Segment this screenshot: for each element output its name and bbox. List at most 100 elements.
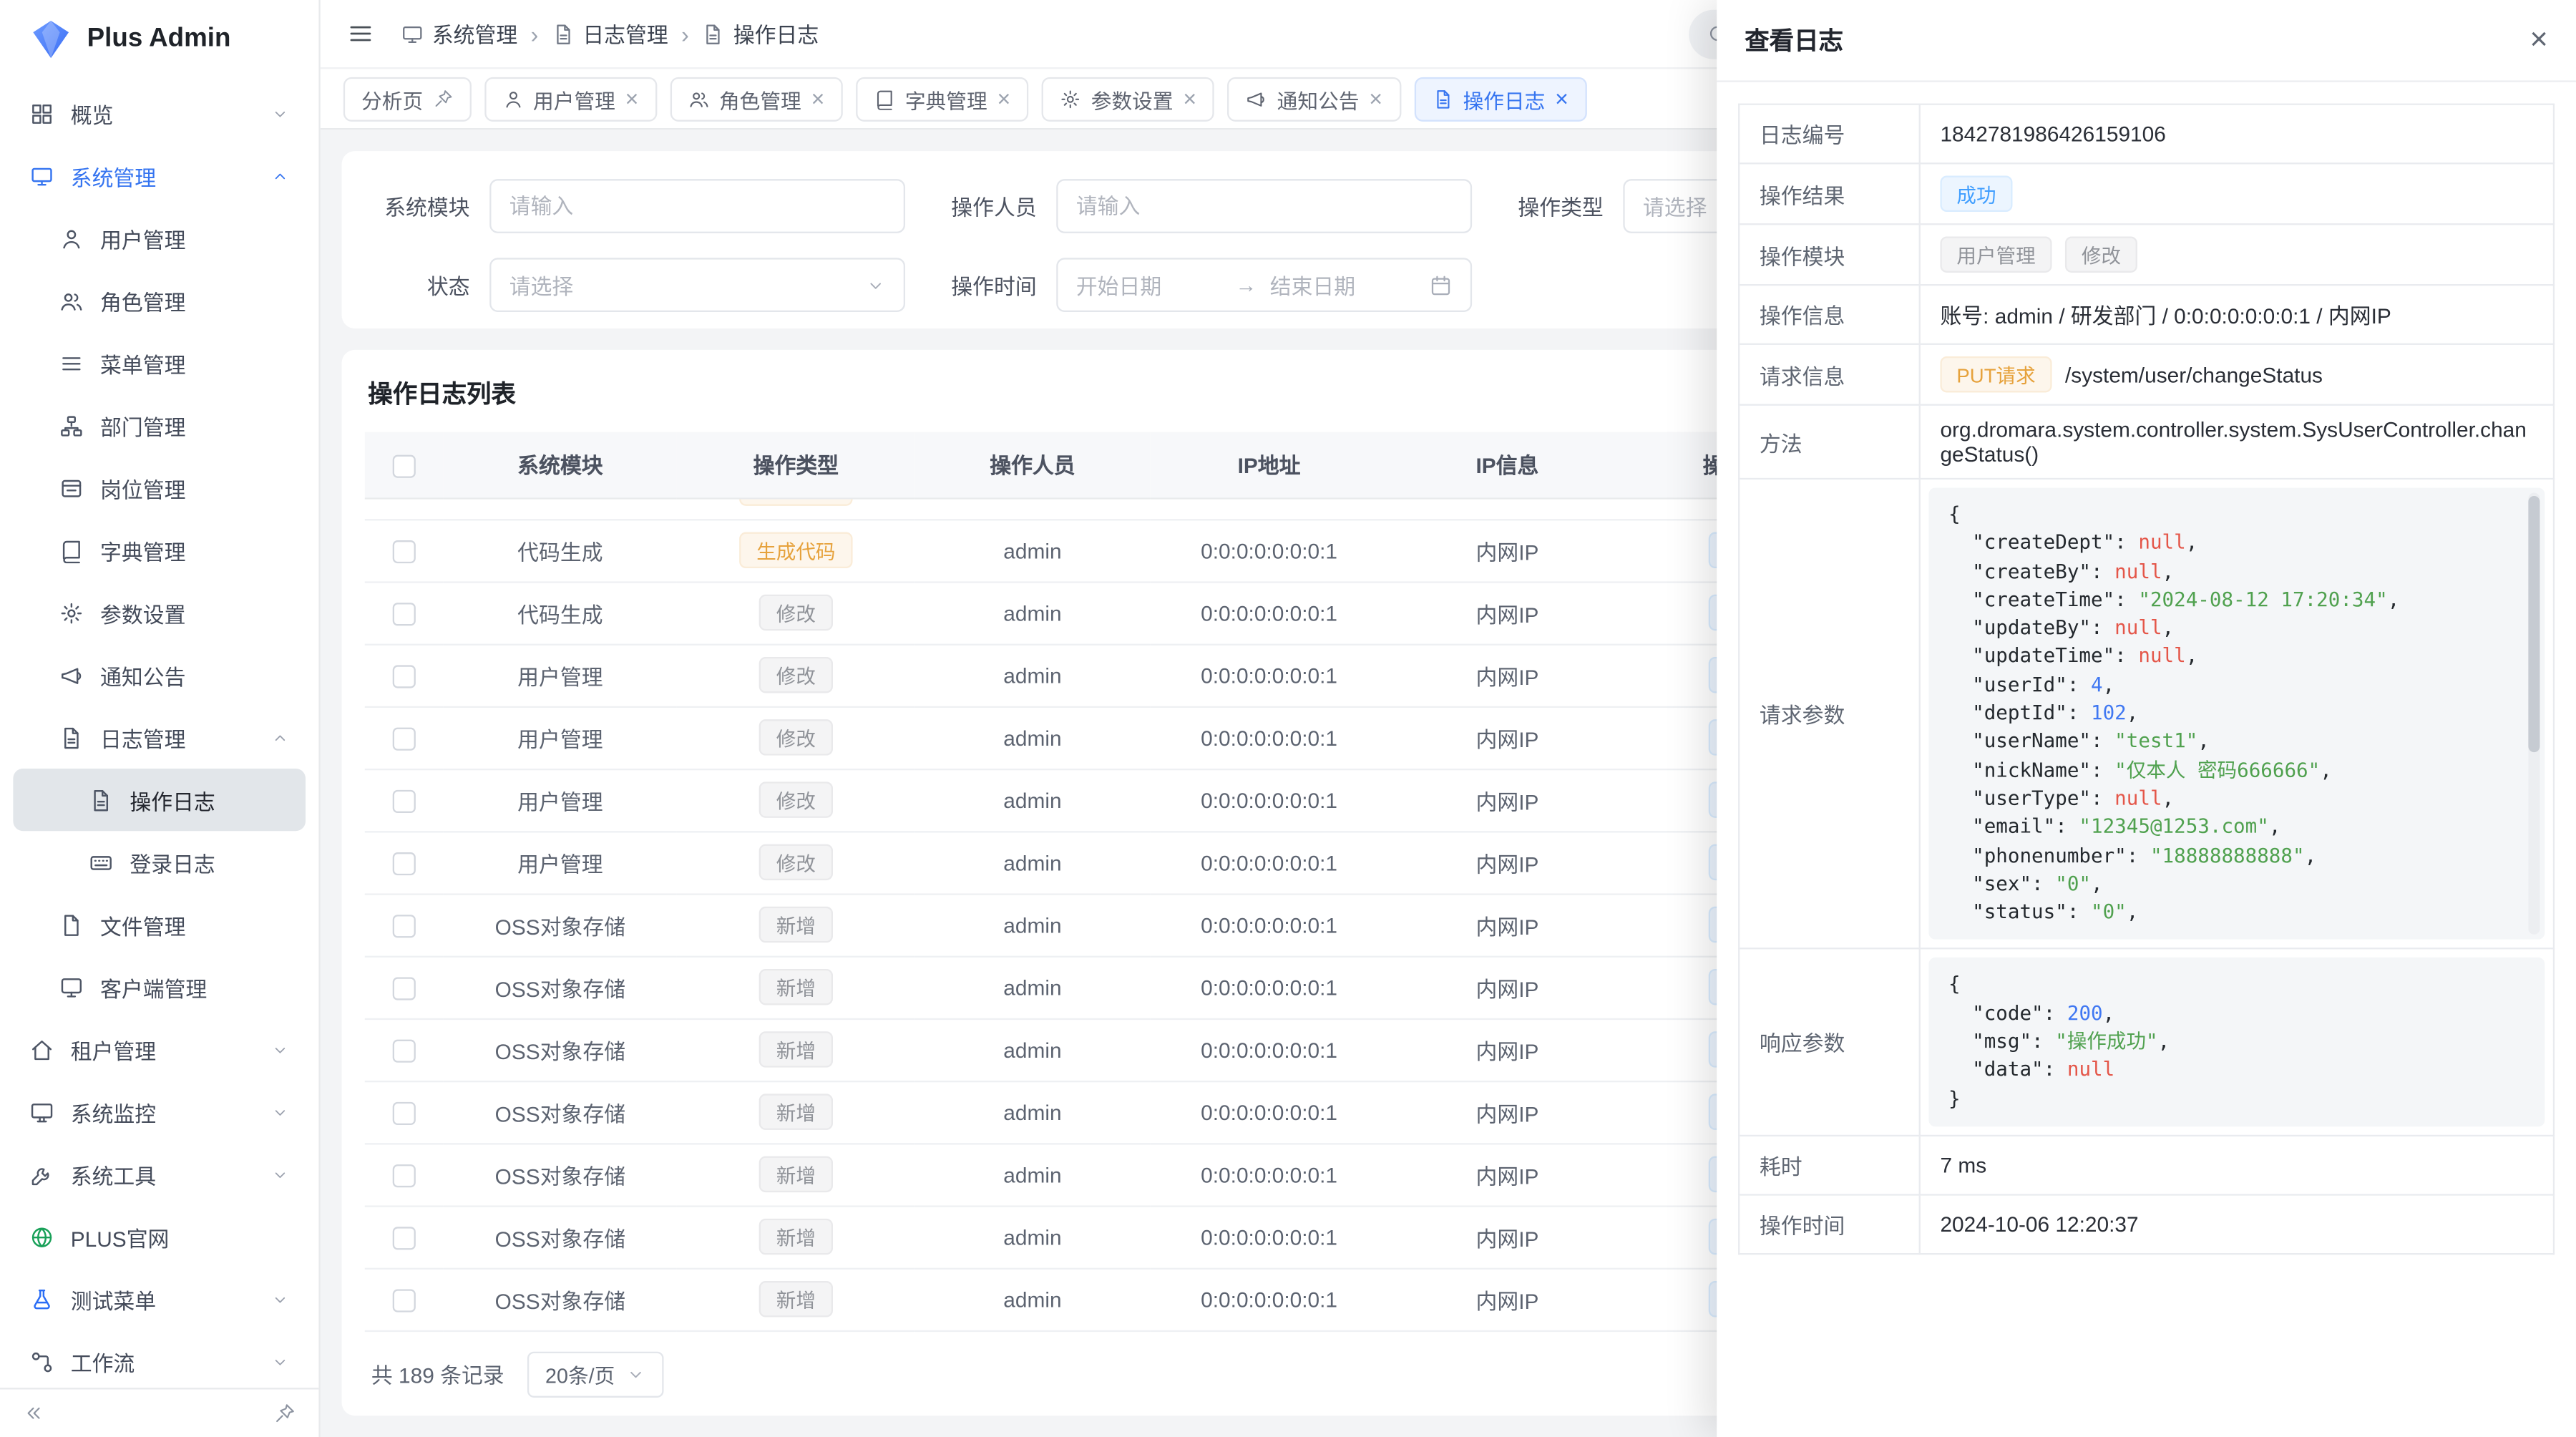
cell-system-module: 用户管理 — [444, 831, 677, 893]
app-logo[interactable]: Plus Admin — [0, 0, 318, 79]
scrollbar-thumb[interactable] — [2528, 496, 2540, 753]
breadcrumb-item-system-management[interactable]: 系统管理 — [401, 18, 517, 49]
breadcrumb-item-log-management[interactable]: 日志管理 — [552, 18, 668, 49]
cell-ip-info: 内网IP — [1388, 769, 1626, 831]
filter-label: 操作时间 — [935, 269, 1036, 301]
drawer-field-row: 请求参数{ "createDept": null, "createBy": nu… — [1739, 479, 2554, 949]
sidebar-item-login-log[interactable]: 登录日志 — [13, 831, 306, 893]
sidebar-item-dept-management[interactable]: 部门管理 — [13, 394, 306, 457]
row-checkbox[interactable] — [393, 977, 416, 1000]
gear-icon — [1060, 88, 1081, 109]
sidebar-item-role-management[interactable]: 角色管理 — [13, 269, 306, 331]
drawer-field-row: 操作模块用户管理修改 — [1739, 224, 2554, 285]
cell-system-module: OSS对象存储 — [444, 1081, 677, 1143]
row-checkbox[interactable] — [393, 603, 416, 625]
row-checkbox[interactable] — [393, 852, 416, 875]
drawer-field-label: 操作结果 — [1739, 163, 1920, 224]
operator-input[interactable] — [1056, 179, 1472, 233]
tab-notice[interactable]: 通知公告× — [1228, 77, 1401, 121]
sidebar-item-dict-management[interactable]: 字典管理 — [13, 519, 306, 581]
row-checkbox[interactable] — [393, 1101, 416, 1124]
chevdown-icon — [271, 1290, 289, 1308]
tab-close-icon[interactable]: × — [811, 87, 825, 110]
tab-user-management[interactable]: 用户管理× — [484, 77, 657, 121]
row-checkbox[interactable] — [393, 915, 416, 937]
screen-icon — [29, 1099, 54, 1124]
sidebar-item-menu-management[interactable]: 菜单管理 — [13, 332, 306, 394]
column-header[interactable]: IP地址 — [1150, 432, 1388, 498]
drawer-field-value: 账号: admin / 研发部门 / 0:0:0:0:0:0:0:1 / 内网I… — [1920, 285, 2554, 344]
tab-close-icon[interactable]: × — [1555, 87, 1568, 110]
sidebar-item-system-management[interactable]: 系统管理 — [13, 145, 306, 207]
sidebar-item-label: 角色管理 — [100, 285, 289, 316]
breadcrumb-item-operation-log[interactable]: 操作日志 — [702, 18, 819, 49]
column-header[interactable]: 系统模块 — [444, 432, 677, 498]
tab-close-icon[interactable]: × — [997, 87, 1010, 110]
sidebar-item-label: PLUS官网 — [71, 1221, 289, 1252]
sidebar-item-tenant-management[interactable]: 租户管理 — [13, 1018, 306, 1081]
user-icon — [502, 88, 523, 109]
sidebar-item-operation-log[interactable]: 操作日志 — [13, 769, 306, 831]
cell-operator: admin — [915, 1143, 1150, 1205]
operation-type-badge: 新增 — [760, 1093, 832, 1129]
tab-dict-management[interactable]: 字典管理× — [856, 77, 1029, 121]
cell-system-module: OSS对象存储 — [444, 893, 677, 955]
sidebar-item-user-management[interactable]: 用户管理 — [13, 207, 306, 269]
sidebar-item-system-tools[interactable]: 系统工具 — [13, 1143, 306, 1205]
row-checkbox[interactable] — [393, 1039, 416, 1062]
tab-close-icon[interactable]: × — [1369, 87, 1382, 110]
sidebar-item-system-monitor[interactable]: 系统监控 — [13, 1081, 306, 1143]
sidebar-item-test-menu[interactable]: 测试菜单 — [13, 1268, 306, 1330]
json-code-block: { "code": 200, "msg": "操作成功", "data": nu… — [1928, 958, 2545, 1126]
column-header[interactable]: 操作类型 — [677, 432, 915, 498]
scrollbar[interactable] — [2528, 492, 2540, 935]
collapse-sidebar-icon[interactable] — [23, 1403, 44, 1424]
json-code-block[interactable]: { "createDept": null, "createBy": null, … — [1928, 488, 2545, 940]
row-checkbox[interactable] — [393, 540, 416, 563]
drawer-field-row: 方法org.dromara.system.controller.system.S… — [1739, 405, 2554, 479]
cell-operator: admin — [915, 1018, 1150, 1081]
sidebar-item-workflow[interactable]: 工作流 — [13, 1330, 306, 1388]
pin-sidebar-icon[interactable] — [274, 1403, 296, 1424]
row-checkbox[interactable] — [393, 665, 416, 688]
column-header[interactable]: IP信息 — [1388, 432, 1626, 498]
operation-type-badge: 生成代码 — [740, 499, 852, 505]
tab-analysis-page[interactable]: 分析页 — [343, 77, 471, 121]
tab-operation-log[interactable]: 操作日志× — [1414, 77, 1587, 121]
tab-close-icon[interactable]: × — [625, 87, 639, 110]
drawer-field-label: 请求参数 — [1739, 479, 1920, 949]
cell-operator: admin — [915, 769, 1150, 831]
sidebar-item-client-management[interactable]: 客户端管理 — [13, 956, 306, 1018]
row-checkbox[interactable] — [393, 1289, 416, 1312]
sidebar-item-overview[interactable]: 概览 — [13, 82, 306, 145]
status-select[interactable]: 请选择 — [489, 258, 905, 312]
row-checkbox[interactable] — [393, 1227, 416, 1250]
sidebar-item-notice[interactable]: 通知公告 — [13, 644, 306, 706]
select-all-checkbox[interactable] — [393, 454, 416, 477]
tree-icon — [59, 413, 84, 437]
operation-time-range[interactable]: 开始日期 → 结束日期 — [1056, 258, 1472, 312]
tab-param-settings[interactable]: 参数设置× — [1042, 77, 1215, 121]
row-checkbox[interactable] — [393, 1164, 416, 1187]
sidebar-item-label: 文件管理 — [100, 909, 289, 940]
sidebar-item-plus-website[interactable]: PLUS官网 — [13, 1205, 306, 1267]
chevdown-icon — [271, 1103, 289, 1121]
tab-close-icon[interactable]: × — [1183, 87, 1196, 110]
cell-operator: admin — [915, 1205, 1150, 1267]
sidebar-item-log-management[interactable]: 日志管理 — [13, 706, 306, 769]
close-icon[interactable]: × — [2529, 24, 2548, 56]
operation-type-badge: 新增 — [760, 1281, 832, 1317]
sidebar-item-post-management[interactable]: 岗位管理 — [13, 457, 306, 519]
sidebar-item-param-settings[interactable]: 参数设置 — [13, 581, 306, 643]
sidebar-item-file-management[interactable]: 文件管理 — [13, 893, 306, 955]
app-title: Plus Admin — [87, 24, 231, 54]
column-header[interactable]: 操作人员 — [915, 432, 1150, 498]
row-checkbox[interactable] — [393, 727, 416, 750]
cell-ip-address: 0:0:0:0:0:0:0:1 — [1150, 706, 1388, 769]
menu-toggle-icon[interactable] — [346, 20, 374, 48]
page-size-select[interactable]: 20条/页 — [527, 1351, 664, 1397]
row-checkbox[interactable] — [393, 789, 416, 812]
system-module-input[interactable] — [489, 179, 905, 233]
tab-role-management[interactable]: 角色管理× — [670, 77, 843, 121]
chevron-down-icon — [271, 1041, 289, 1058]
